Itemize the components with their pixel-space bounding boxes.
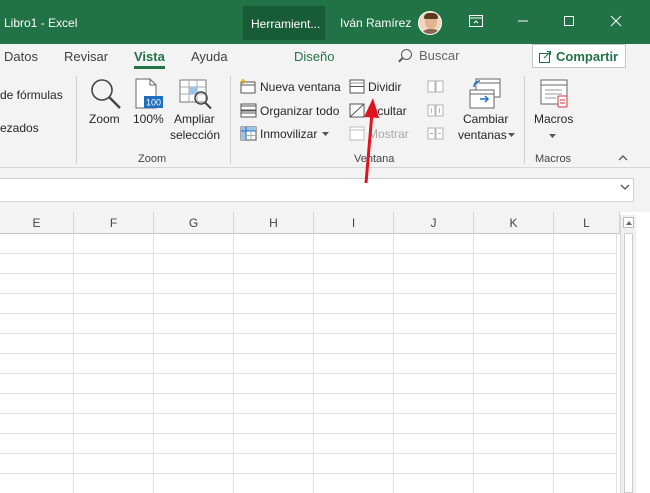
ribbon: de fórmulas ezados Zoom 100 100% Ampliar… bbox=[0, 70, 650, 168]
formula-bar bbox=[0, 168, 650, 212]
new-window-icon bbox=[240, 79, 256, 94]
freeze-panes-label: Inmovilizar bbox=[260, 127, 318, 141]
group-divider bbox=[76, 76, 77, 164]
scrollbar-thumb[interactable] bbox=[624, 233, 633, 493]
zoom-to-selection-label-2: selección bbox=[170, 128, 221, 142]
arrange-all-icon bbox=[240, 103, 257, 118]
zoom-group-label: Zoom bbox=[138, 153, 167, 165]
column-header-e[interactable]: E bbox=[0, 212, 74, 234]
grid-line bbox=[0, 293, 616, 294]
grid-line bbox=[0, 453, 616, 454]
tab-vista[interactable]: Vista bbox=[134, 49, 165, 69]
search-label: Buscar bbox=[419, 48, 460, 63]
chevron-down-icon bbox=[549, 134, 556, 138]
ribbon-display-options-icon[interactable] bbox=[466, 12, 486, 32]
share-label: Compartir bbox=[556, 49, 619, 64]
column-header-h[interactable]: H bbox=[234, 212, 314, 234]
freeze-panes-icon bbox=[240, 126, 257, 141]
view-side-by-side-icon bbox=[427, 80, 444, 93]
zoom-100-icon-text: 100 bbox=[146, 98, 161, 108]
split-label: Dividir bbox=[368, 80, 402, 94]
headings-checkbox-label[interactable]: ezados bbox=[0, 121, 39, 135]
switch-windows-label-2: ventanas bbox=[458, 128, 507, 142]
minimize-icon[interactable] bbox=[513, 12, 533, 32]
macros-group-label: Macros bbox=[535, 153, 572, 165]
grid-line bbox=[0, 313, 616, 314]
tab-ayuda[interactable]: Ayuda bbox=[191, 49, 228, 64]
zoom-to-selection-label-1: Ampliar bbox=[174, 112, 215, 126]
column-header-f[interactable]: F bbox=[74, 212, 154, 234]
macros-icon bbox=[540, 79, 568, 108]
new-window-label: Nueva ventana bbox=[260, 80, 341, 94]
search-icon bbox=[401, 49, 412, 60]
zoom-label: Zoom bbox=[89, 112, 120, 126]
grid-line bbox=[0, 433, 616, 434]
annotation-arrow-icon bbox=[364, 98, 379, 184]
zoom-icon bbox=[91, 79, 121, 109]
reset-window-position-icon bbox=[427, 127, 444, 140]
maximize-icon[interactable] bbox=[559, 12, 579, 32]
table-tools-tab[interactable]: Herramient... bbox=[243, 6, 325, 40]
formula-bar-checkbox-label[interactable]: de fórmulas bbox=[0, 88, 63, 102]
zoom-100-label: 100% bbox=[133, 112, 164, 126]
grid-line bbox=[0, 473, 616, 474]
close-icon[interactable] bbox=[606, 12, 626, 32]
window-title: Libro1 - Excel bbox=[4, 16, 78, 30]
grid-line bbox=[0, 353, 616, 354]
grid-line bbox=[0, 413, 616, 414]
grid-line bbox=[616, 234, 617, 493]
column-header-g[interactable]: G bbox=[154, 212, 234, 234]
column-header-l[interactable]: L bbox=[554, 212, 620, 234]
grid-line bbox=[0, 393, 616, 394]
synchronous-scrolling-icon bbox=[427, 104, 444, 117]
group-divider bbox=[524, 76, 525, 164]
column-header-i[interactable]: I bbox=[314, 212, 394, 234]
vertical-scrollbar[interactable] bbox=[620, 215, 636, 493]
share-icon bbox=[539, 51, 551, 63]
collapse-ribbon-icon[interactable] bbox=[618, 154, 628, 161]
zoom-100-icon: 100 bbox=[135, 78, 163, 109]
scroll-up-icon[interactable] bbox=[623, 217, 634, 228]
avatar[interactable] bbox=[418, 11, 442, 35]
group-divider bbox=[230, 76, 231, 164]
split-icon bbox=[349, 79, 365, 94]
expand-formula-bar-icon[interactable] bbox=[620, 182, 630, 194]
chevron-down-icon bbox=[508, 133, 515, 137]
grid-line bbox=[0, 373, 616, 374]
grid-line bbox=[0, 273, 616, 274]
arrange-all-label: Organizar todo bbox=[260, 104, 340, 118]
column-header-k[interactable]: K bbox=[474, 212, 554, 234]
search-box[interactable]: Buscar bbox=[401, 48, 459, 63]
grid-line bbox=[0, 333, 616, 334]
worksheet-grid[interactable]: E F G H I J K L bbox=[0, 212, 650, 493]
tab-diseno[interactable]: Diseño bbox=[294, 49, 334, 64]
zoom-to-selection-icon bbox=[179, 79, 212, 110]
title-bar: Libro1 - Excel Herramient... Iván Ramíre… bbox=[0, 0, 650, 44]
ribbon-tabs: Datos Revisar Vista Ayuda Diseño Buscar … bbox=[0, 44, 650, 70]
tab-datos[interactable]: Datos bbox=[4, 49, 38, 64]
user-name[interactable]: Iván Ramírez bbox=[340, 16, 411, 30]
share-button[interactable]: Compartir bbox=[532, 44, 626, 68]
switch-windows-icon bbox=[469, 78, 501, 109]
tab-revisar[interactable]: Revisar bbox=[64, 49, 108, 64]
switch-windows-label-1: Cambiar bbox=[463, 112, 509, 126]
column-header-j[interactable]: J bbox=[394, 212, 474, 234]
formula-input[interactable] bbox=[0, 178, 634, 202]
chevron-down-icon bbox=[322, 132, 329, 136]
grid-line bbox=[0, 253, 616, 254]
macros-label: Macros bbox=[534, 112, 574, 126]
